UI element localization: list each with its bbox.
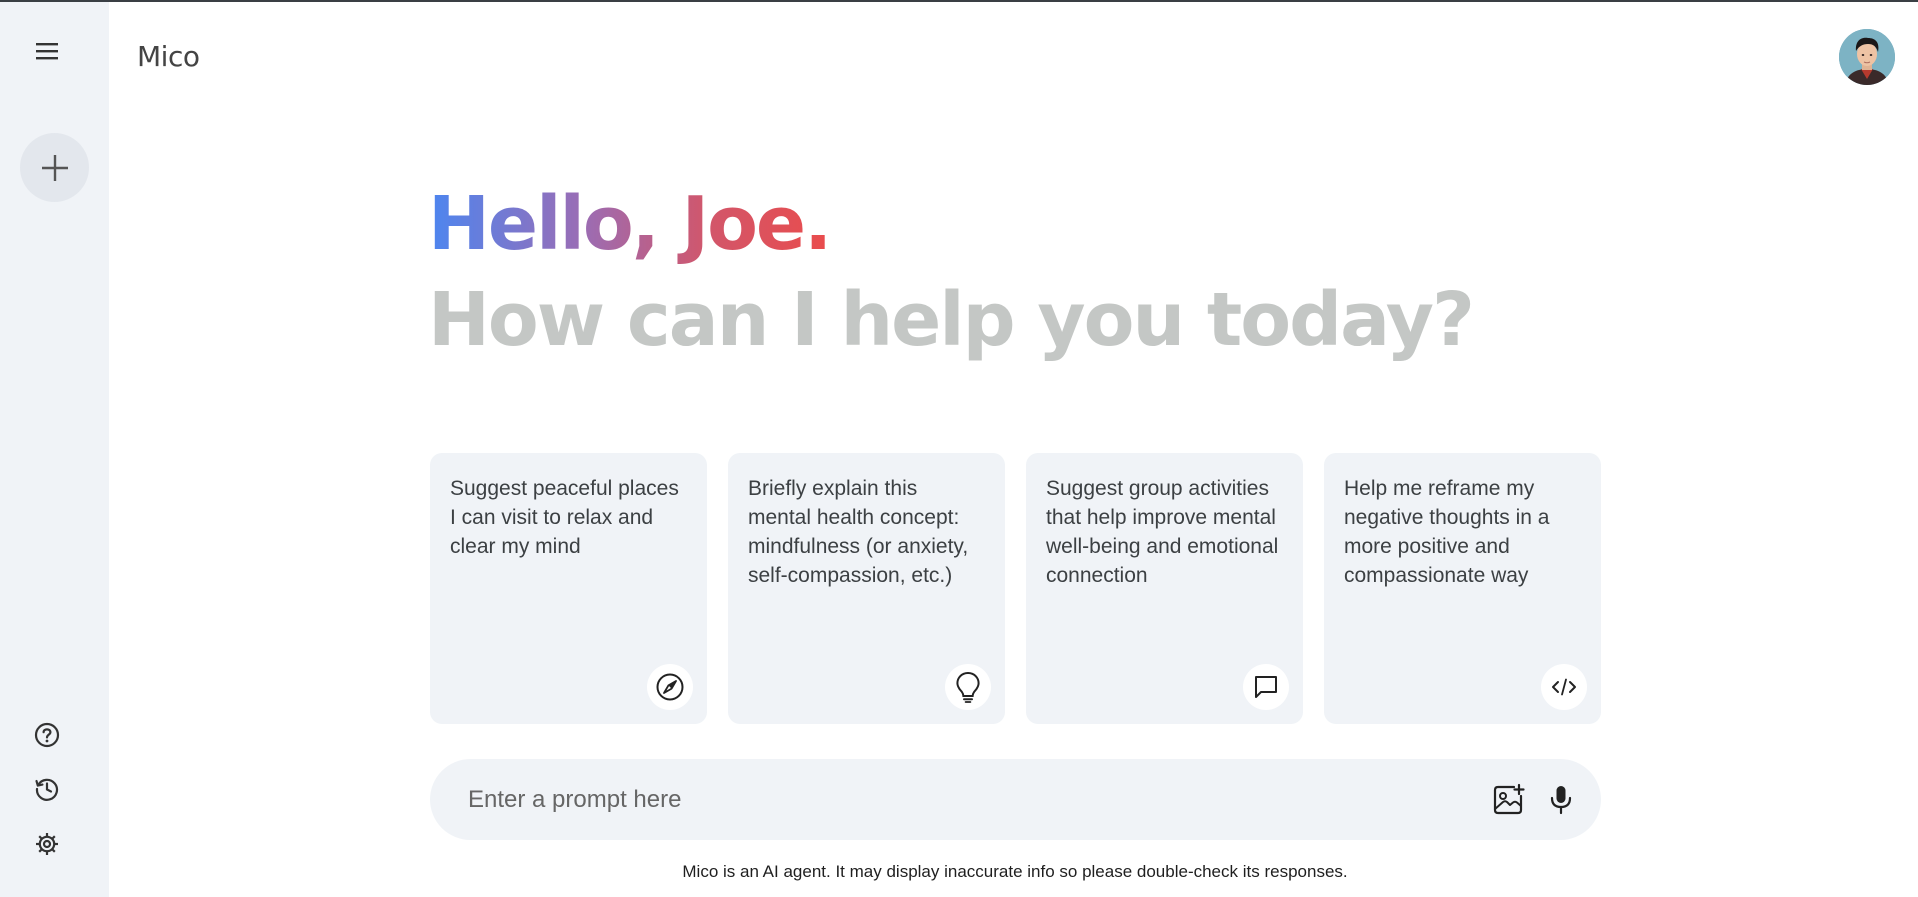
prompt-bar bbox=[430, 759, 1601, 840]
app-title: Mico bbox=[137, 40, 200, 73]
sidebar bbox=[0, 2, 109, 897]
disclaimer-text: Mico is an AI agent. It may display inac… bbox=[682, 862, 1348, 881]
compass-icon bbox=[656, 673, 684, 701]
plus-icon bbox=[41, 154, 68, 181]
lightbulb-icon bbox=[956, 671, 980, 703]
microphone-button[interactable] bbox=[1538, 777, 1584, 823]
greeting-subheading: How can I help you today? bbox=[428, 277, 1475, 363]
add-image-button[interactable] bbox=[1486, 777, 1532, 823]
hamburger-menu-icon bbox=[36, 43, 58, 60]
card-icon-badge bbox=[945, 664, 991, 710]
new-chat-button[interactable] bbox=[20, 133, 89, 202]
history-button[interactable] bbox=[30, 772, 64, 806]
chat-bubble-icon bbox=[1255, 676, 1277, 698]
settings-button[interactable] bbox=[30, 827, 64, 861]
suggestion-cards: Suggest peaceful places I can visit to r… bbox=[430, 453, 1601, 724]
code-icon bbox=[1552, 678, 1576, 696]
history-icon bbox=[35, 778, 59, 801]
suggestion-card-text: Suggest peaceful places I can visit to r… bbox=[450, 477, 679, 558]
suggestion-card[interactable]: Help me reframe my negative thoughts in … bbox=[1324, 453, 1601, 724]
help-icon bbox=[34, 722, 60, 748]
window-top-border bbox=[0, 0, 1918, 2]
prompt-input[interactable] bbox=[468, 759, 1468, 840]
suggestion-card[interactable]: Suggest group activities that help impro… bbox=[1026, 453, 1303, 724]
suggestion-card[interactable]: Suggest peaceful places I can visit to r… bbox=[430, 453, 707, 724]
greeting-heading: Hello, Joe. bbox=[428, 176, 832, 272]
menu-button[interactable] bbox=[30, 36, 64, 66]
user-avatar[interactable] bbox=[1839, 29, 1895, 85]
suggestion-card-text: Suggest group activities that help impro… bbox=[1046, 477, 1279, 587]
microphone-icon bbox=[1550, 786, 1572, 815]
suggestion-card[interactable]: Briefly explain this mental health conce… bbox=[728, 453, 1005, 724]
settings-gear-icon bbox=[36, 833, 58, 855]
avatar-portrait-icon bbox=[1839, 29, 1895, 85]
add-image-icon bbox=[1493, 783, 1525, 815]
suggestion-card-text: Briefly explain this mental health conce… bbox=[748, 477, 969, 587]
suggestion-card-text: Help me reframe my negative thoughts in … bbox=[1344, 477, 1550, 587]
help-button[interactable] bbox=[30, 718, 64, 752]
card-icon-badge bbox=[1243, 664, 1289, 710]
card-icon-badge bbox=[1541, 664, 1587, 710]
card-icon-badge bbox=[647, 664, 693, 710]
